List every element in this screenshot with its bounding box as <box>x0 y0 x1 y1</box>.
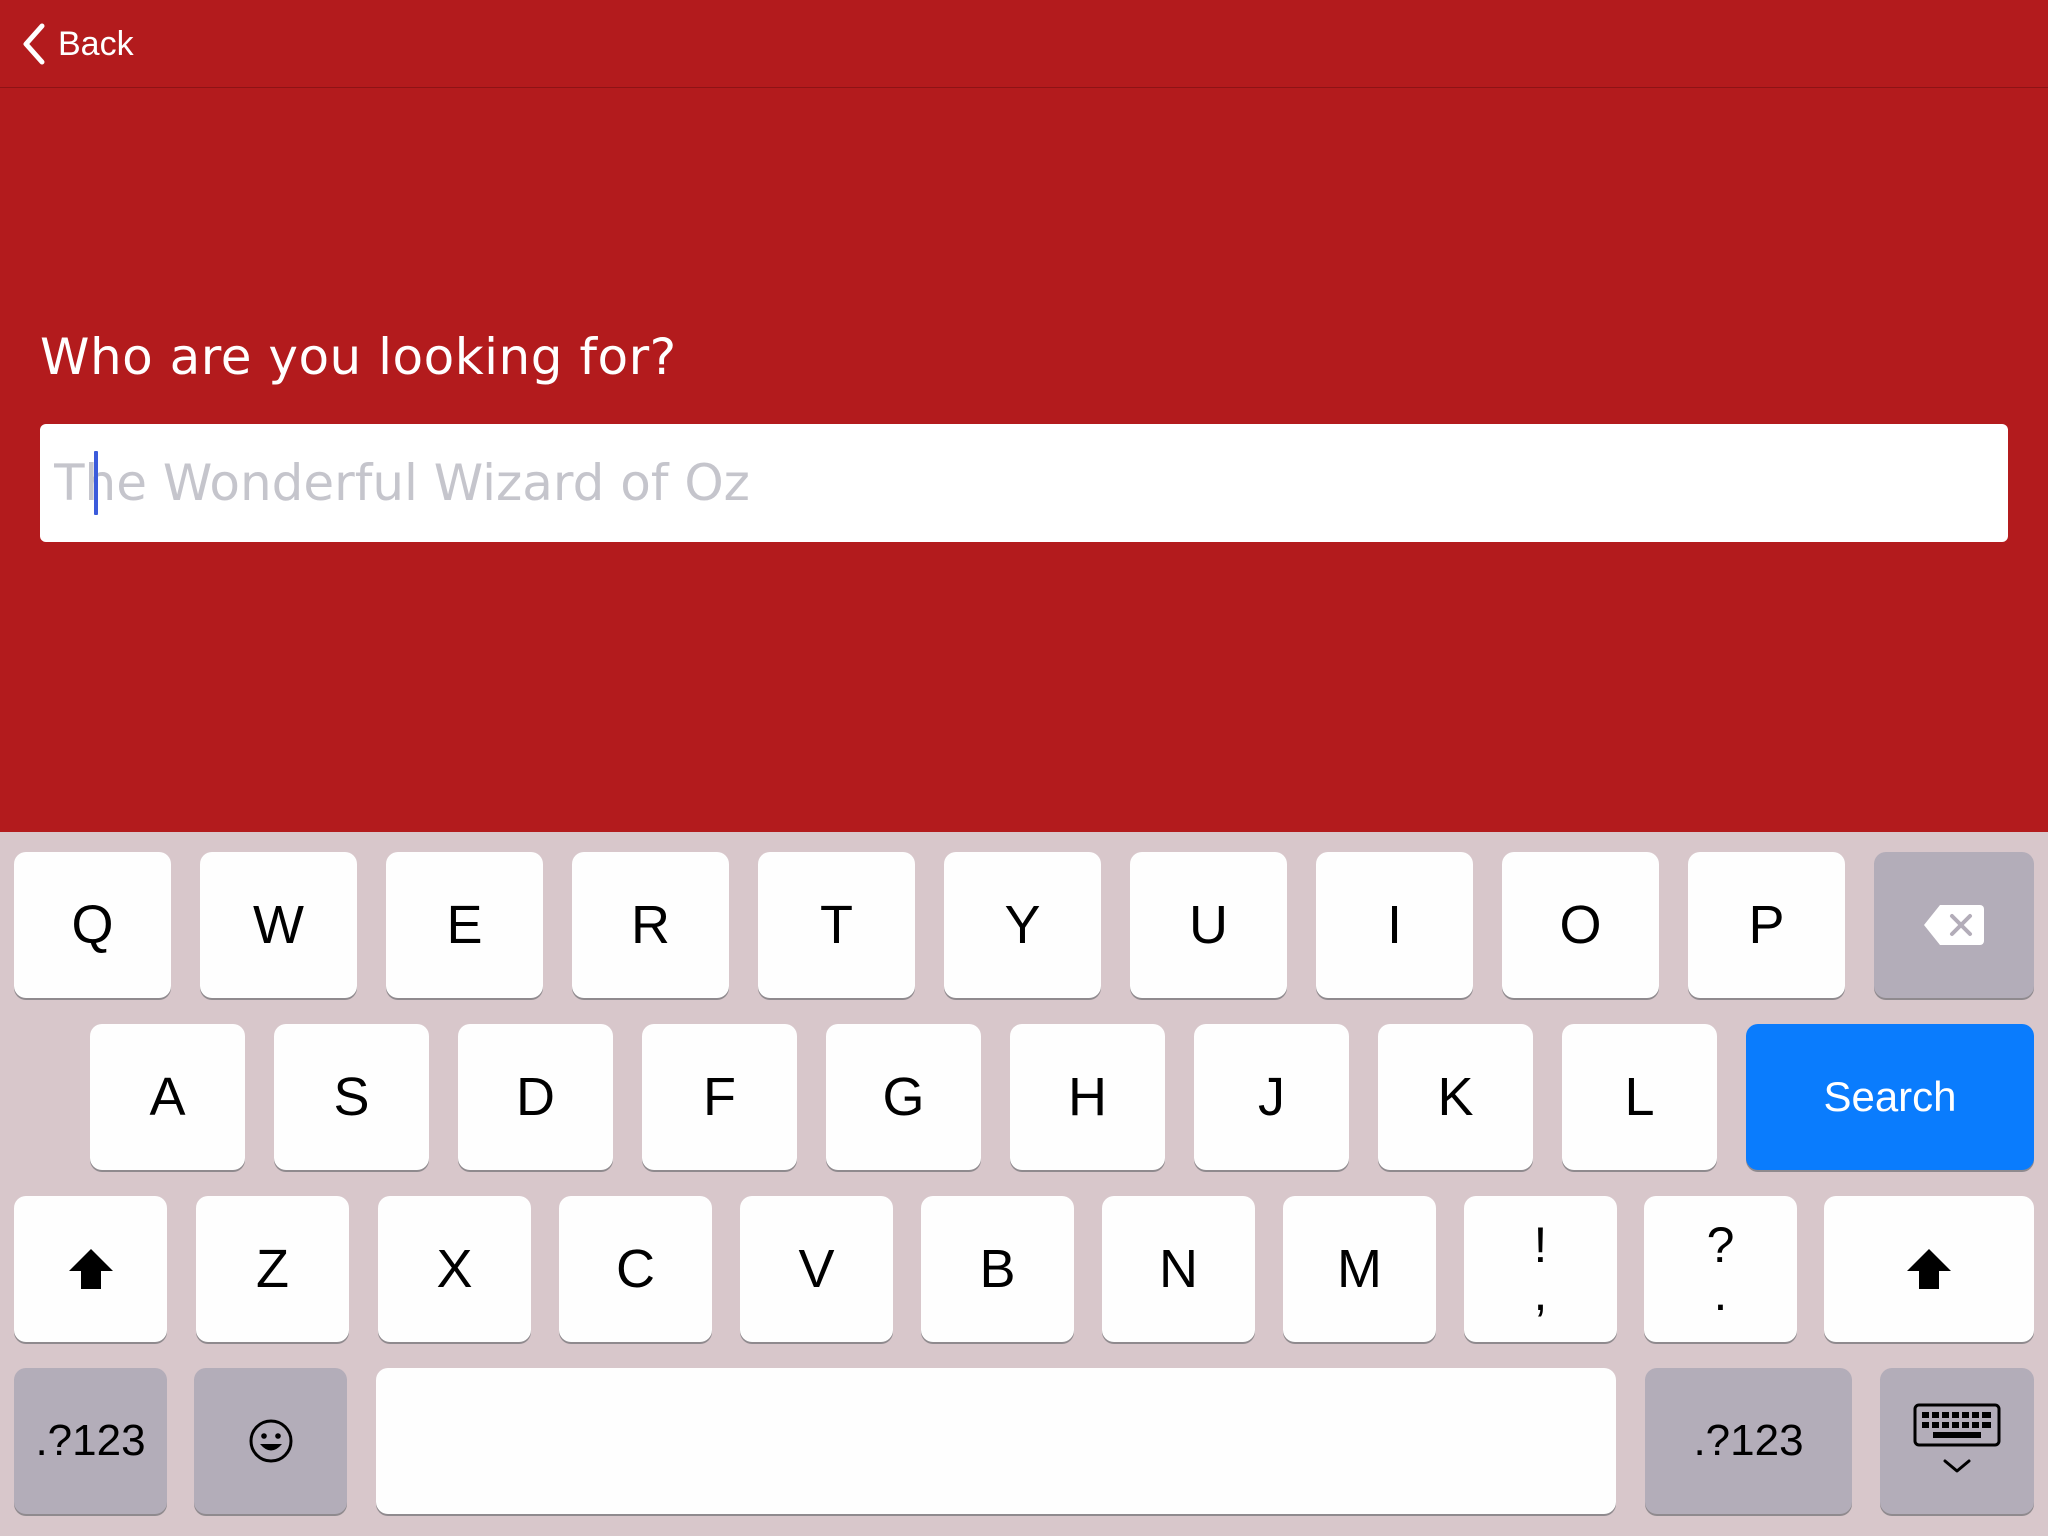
key-e[interactable]: E <box>386 852 543 998</box>
key-q[interactable]: Q <box>14 852 171 998</box>
shift-key-right[interactable] <box>1824 1196 2034 1342</box>
dismiss-keyboard-key[interactable] <box>1880 1368 2034 1514</box>
key-f[interactable]: F <box>642 1024 797 1170</box>
backspace-icon <box>1924 905 1984 945</box>
key-g[interactable]: G <box>826 1024 981 1170</box>
key-h[interactable]: H <box>1010 1024 1165 1170</box>
search-key[interactable]: Search <box>1746 1024 2034 1170</box>
key-y[interactable]: Y <box>944 852 1101 998</box>
text-caret <box>94 451 98 515</box>
key-x[interactable]: X <box>378 1196 531 1342</box>
key-v[interactable]: V <box>740 1196 893 1342</box>
key-c[interactable]: C <box>559 1196 712 1342</box>
key-question-period[interactable]: ? . <box>1644 1196 1797 1342</box>
key-w[interactable]: W <box>200 852 357 998</box>
key-d[interactable]: D <box>458 1024 613 1170</box>
search-field-container[interactable] <box>40 424 2008 542</box>
prompt-heading: Who are you looking for? <box>40 328 677 386</box>
key-l[interactable]: L <box>1562 1024 1717 1170</box>
emoji-icon <box>249 1419 292 1463</box>
key-m[interactable]: M <box>1283 1196 1436 1342</box>
key-j[interactable]: J <box>1194 1024 1349 1170</box>
punct-bottom: , <box>1533 1265 1548 1321</box>
key-z[interactable]: Z <box>196 1196 349 1342</box>
key-u[interactable]: U <box>1130 852 1287 998</box>
emoji-key[interactable] <box>194 1368 347 1514</box>
punct-top: ? <box>1706 1217 1735 1273</box>
punct-top: ! <box>1533 1217 1548 1273</box>
key-k[interactable]: K <box>1378 1024 1533 1170</box>
chevron-left-icon <box>23 23 45 65</box>
search-input[interactable] <box>54 424 1994 542</box>
shift-icon <box>1907 1249 1951 1289</box>
key-b[interactable]: B <box>921 1196 1074 1342</box>
key-s[interactable]: S <box>274 1024 429 1170</box>
key-i[interactable]: I <box>1316 852 1473 998</box>
shift-icon <box>68 1249 113 1289</box>
key-a[interactable]: A <box>90 1024 245 1170</box>
back-button[interactable]: Back <box>20 18 134 70</box>
key-n[interactable]: N <box>1102 1196 1255 1342</box>
key-exclaim-comma[interactable]: ! , <box>1464 1196 1617 1342</box>
backspace-key[interactable] <box>1874 852 2034 998</box>
numbers-key-right[interactable]: .?123 <box>1645 1368 1852 1514</box>
key-t[interactable]: T <box>758 852 915 998</box>
space-bar[interactable] <box>376 1368 1616 1514</box>
key-p[interactable]: P <box>1688 852 1845 998</box>
numbers-key-left[interactable]: .?123 <box>14 1368 167 1514</box>
punct-stack: ? . <box>1706 1217 1735 1321</box>
key-o[interactable]: O <box>1502 852 1659 998</box>
punct-stack: ! , <box>1533 1217 1548 1321</box>
key-r[interactable]: R <box>572 852 729 998</box>
navigation-bar: Back <box>0 0 2048 88</box>
onscreen-keyboard: Q W E R T Y U I O P A S D F G H J K L Se… <box>0 832 2048 1536</box>
keyboard-dismiss-icon <box>1913 1403 2001 1473</box>
shift-key-left[interactable] <box>14 1196 167 1342</box>
back-label: Back <box>58 24 134 63</box>
punct-bottom: . <box>1713 1265 1728 1321</box>
